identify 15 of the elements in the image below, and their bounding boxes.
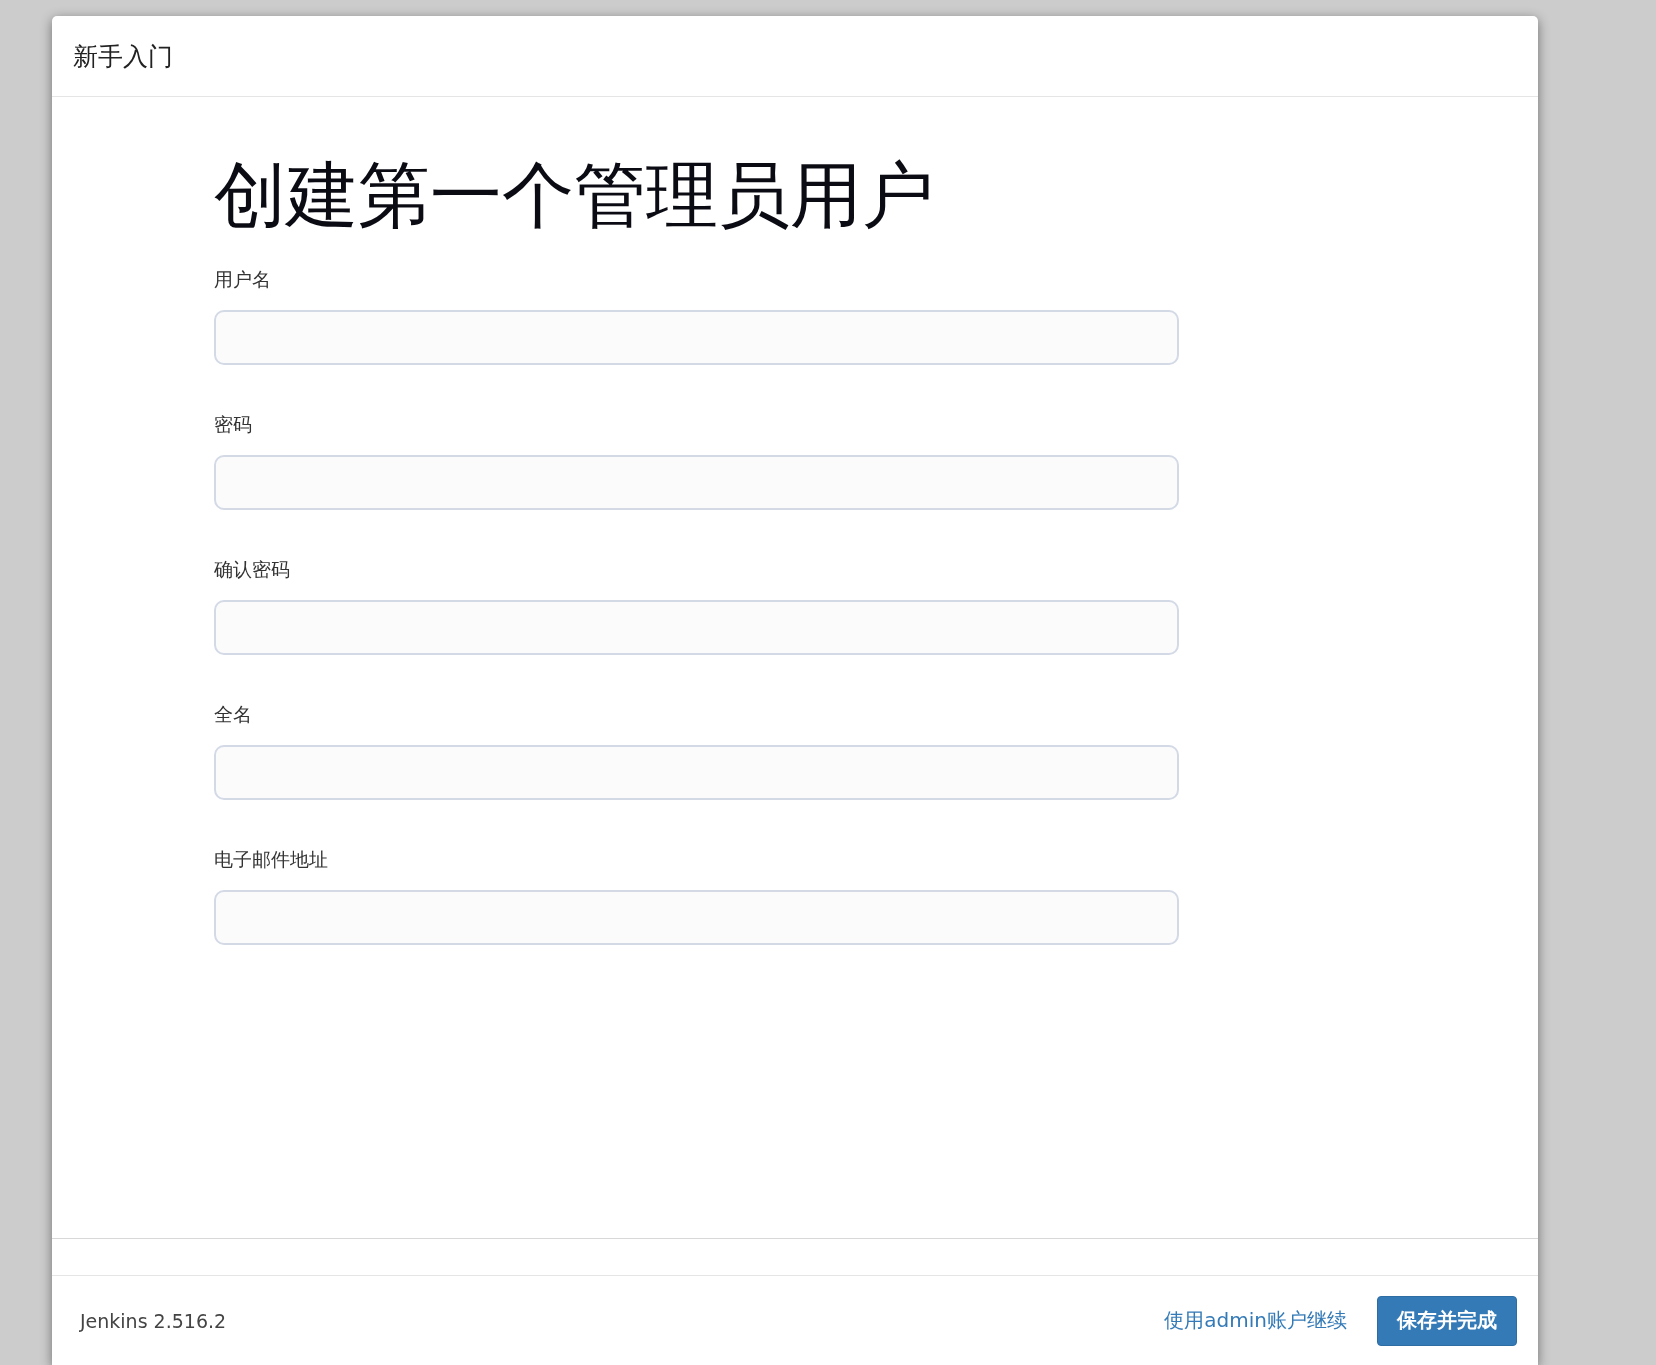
input-field[interactable]: [214, 455, 1179, 510]
version-text: Jenkins 2.516.2: [80, 1309, 227, 1332]
page-heading: 创建第一个管理员用户: [214, 152, 935, 239]
input-field[interactable]: [214, 890, 1179, 945]
field-label: 确认密码: [214, 557, 291, 582]
field-label: 全名: [214, 702, 253, 727]
save-and-finish-button[interactable]: 保存并完成: [1377, 1295, 1517, 1346]
field-label: 密码: [214, 412, 253, 437]
dialog-title: 新手入门: [73, 40, 173, 73]
input-field[interactable]: [214, 600, 1179, 655]
field-label: 电子邮件地址: [214, 847, 329, 872]
input-field[interactable]: [214, 745, 1179, 800]
field-label: 用户名: [214, 267, 272, 292]
input-field[interactable]: [214, 310, 1179, 365]
continue-as-admin-link[interactable]: 使用admin账户继续: [1164, 1307, 1347, 1334]
